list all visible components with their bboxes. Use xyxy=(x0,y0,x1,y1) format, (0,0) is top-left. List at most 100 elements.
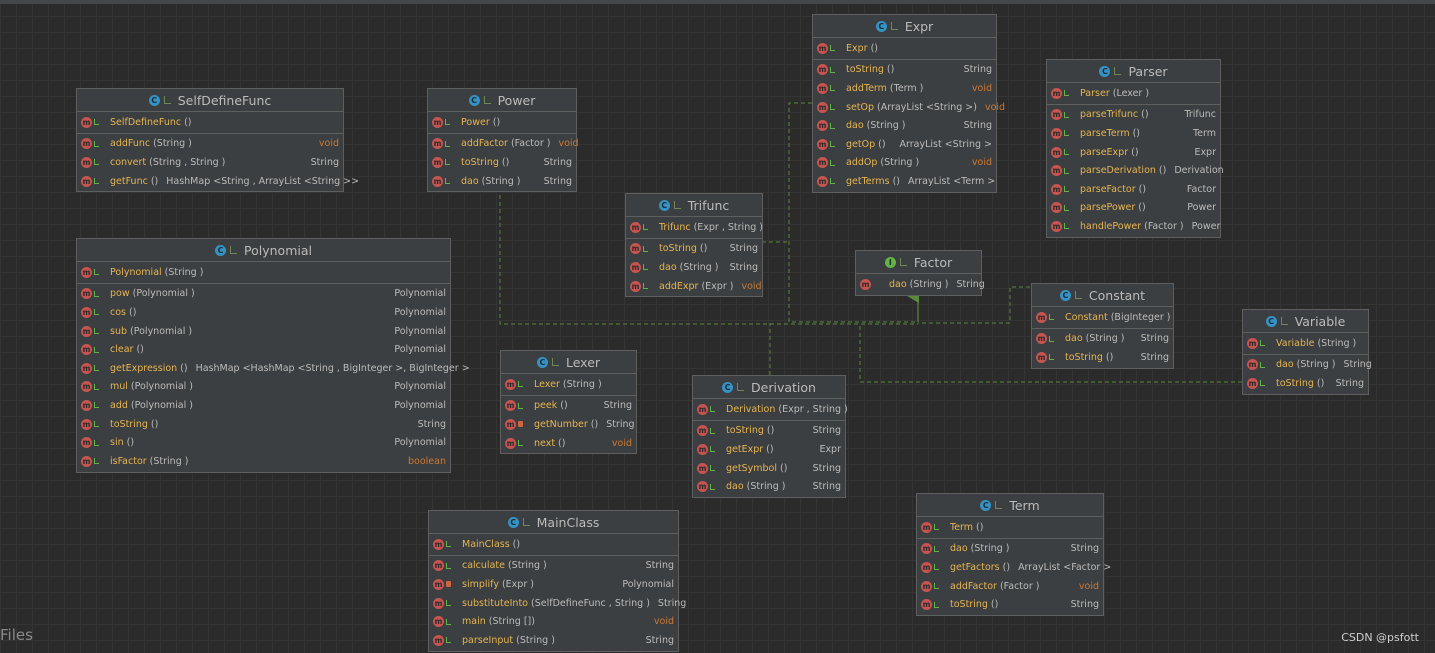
method-row[interactable]: m dao (String ) String xyxy=(813,116,996,135)
method-row[interactable]: m toString() String xyxy=(626,240,762,259)
method-row[interactable]: m pow (Polynomial ) Polynomial xyxy=(77,285,450,304)
class-node-polynomial[interactable]: C Polynomial m Polynomial (String ) m pow (Poly… xyxy=(76,238,470,473)
method-row[interactable]: m Parser (Lexer ) xyxy=(1047,84,1220,103)
method-row[interactable]: m getExpression() HashMap <HashMap <String… xyxy=(77,359,470,378)
method-row[interactable]: m calculate (String ) String xyxy=(429,557,678,576)
class-node-factor[interactable]: I Factor m dao (String ) String xyxy=(855,250,985,296)
method-row[interactable]: m substituteInto (SelfDefineFunc , String … xyxy=(429,594,686,613)
method-row[interactable]: m parseTerm() Term xyxy=(1047,124,1220,143)
method-row[interactable]: m clear() Polynomial xyxy=(77,340,450,359)
method-row[interactable]: m convert (String , String ) String xyxy=(77,153,343,172)
method-row[interactable]: m simplify (Expr ) Polynomial xyxy=(429,575,678,594)
method-row[interactable]: m Derivation (Expr , String ) xyxy=(693,400,848,419)
method-row[interactable]: m parseTrifunc() Trifunc xyxy=(1047,106,1220,125)
method-row[interactable]: m Variable (String ) xyxy=(1243,334,1368,353)
method-row[interactable]: m toString() String xyxy=(813,61,996,80)
method-row[interactable]: m sub (Polynomial ) Polynomial xyxy=(77,322,450,341)
class-header[interactable]: C Trifunc xyxy=(626,194,762,217)
class-header[interactable]: C Parser xyxy=(1047,60,1220,83)
method-row[interactable]: m toString() String xyxy=(917,595,1103,614)
class-node-expr[interactable]: C Expr m Expr() m toString() String m addTerm (Te… xyxy=(812,14,1005,193)
class-header[interactable]: I Factor xyxy=(856,251,981,274)
method-row[interactable]: m Polynomial (String ) xyxy=(77,263,450,282)
class-header[interactable]: C Variable xyxy=(1243,310,1368,333)
method-row[interactable]: m parseFactor() Factor xyxy=(1047,180,1220,199)
class-header[interactable]: C Power xyxy=(428,89,576,112)
method-row[interactable]: m getOp() ArrayList <String > xyxy=(813,135,996,154)
method-row[interactable]: m peek() String xyxy=(501,397,636,416)
class-node-trifunc[interactable]: C Trifunc m Trifunc (Expr , String ) m toStrin… xyxy=(625,193,763,298)
method-row[interactable]: m dao (String ) String xyxy=(917,540,1103,559)
class-node-derivation[interactable]: C Derivation m Derivation (Expr , String ) m t… xyxy=(692,375,848,498)
method-signature: (String ) xyxy=(1317,337,1357,349)
method-row[interactable]: m addTerm (Term ) void xyxy=(813,79,996,98)
method-row[interactable]: m dao (String ) String xyxy=(856,275,985,294)
method-row[interactable]: m dao (String ) String xyxy=(1032,330,1173,349)
class-node-lexer[interactable]: C Lexer m Lexer (String ) m peek() String m getNu… xyxy=(500,350,637,455)
class-header[interactable]: C Constant xyxy=(1032,284,1173,307)
method-row[interactable]: m getSymbol() String xyxy=(693,459,845,478)
method-row[interactable]: m toString() String xyxy=(1032,348,1173,367)
class-node-selfdefinefunc[interactable]: C SelfDefineFunc m SelfDefineFunc() m addFunc… xyxy=(76,88,359,193)
method-row[interactable]: m dao (String ) String xyxy=(626,258,762,277)
method-row[interactable]: m addFactor (Factor ) void xyxy=(428,135,579,154)
class-header[interactable]: C Term xyxy=(917,494,1103,517)
method-row[interactable]: m handlePower (Factor ) Power xyxy=(1047,217,1220,236)
method-row[interactable]: m Trifunc (Expr , String ) xyxy=(626,218,763,237)
method-row[interactable]: m getTerms() ArrayList <Term > xyxy=(813,172,996,191)
method-row[interactable]: m parseInput (String ) String xyxy=(429,631,678,650)
method-row[interactable]: m getFunc() HashMap <String , ArrayList <S… xyxy=(77,172,359,191)
method-row[interactable]: m Lexer (String ) xyxy=(501,375,636,394)
method-row[interactable]: m getExpr() Expr xyxy=(693,440,845,459)
method-name: clear xyxy=(110,344,134,356)
methods-section: m dao (String ) String m toString() String xyxy=(1032,329,1173,368)
method-row[interactable]: m main (String []) void xyxy=(429,612,678,631)
method-row[interactable]: m dao (String ) String xyxy=(693,477,845,496)
method-row[interactable]: m isFactor (String ) boolean xyxy=(77,452,450,471)
method-row[interactable]: m Expr() xyxy=(813,39,996,58)
method-row[interactable]: m Power() xyxy=(428,113,576,132)
method-row[interactable]: m add (Polynomial ) Polynomial xyxy=(77,396,450,415)
method-row[interactable]: m parseDerivation() Derivation xyxy=(1047,161,1224,180)
class-header[interactable]: C Lexer xyxy=(501,351,636,374)
method-row[interactable]: m toString() String xyxy=(1243,374,1368,393)
method-row[interactable]: m toString() String xyxy=(693,422,845,441)
method-row[interactable]: m toString() String xyxy=(428,153,576,172)
public-access-icon xyxy=(934,583,944,590)
method-row[interactable]: m MainClass() xyxy=(429,535,678,554)
class-node-variable[interactable]: C Variable m Variable (String ) m dao (String )… xyxy=(1242,309,1372,395)
class-node-term[interactable]: C Term m Term() m dao (String ) String m getFacto… xyxy=(916,493,1111,616)
class-header[interactable]: C MainClass xyxy=(429,511,678,534)
class-node-constant[interactable]: C Constant m Constant (BigInteger ) m dao (Stri… xyxy=(1031,283,1174,369)
method-row[interactable]: m addExpr (Expr ) void xyxy=(626,277,762,296)
method-signature: (Factor ) xyxy=(510,138,551,150)
method-row[interactable]: m next() void xyxy=(501,434,636,453)
public-access-icon xyxy=(830,45,840,52)
method-row[interactable]: m dao (String ) String xyxy=(428,172,576,191)
class-header[interactable]: C Polynomial xyxy=(77,239,450,262)
class-node-power[interactable]: C Power m Power() m addFactor (Factor ) void m to… xyxy=(427,88,579,193)
method-row[interactable]: m SelfDefineFunc() xyxy=(77,113,343,132)
method-row[interactable]: m Constant (BigInteger ) xyxy=(1032,308,1173,327)
method-row[interactable]: m Term() xyxy=(917,518,1103,537)
method-row[interactable]: m getNumber() String xyxy=(501,415,636,434)
method-row[interactable]: m setOp (ArrayList <String >) void xyxy=(813,98,1005,117)
method-row[interactable]: m mul (Polynomial ) Polynomial xyxy=(77,378,450,397)
method-row[interactable]: m dao (String ) String xyxy=(1243,356,1372,375)
class-node-parser[interactable]: C Parser m Parser (Lexer ) m parseTrifunc() Tri… xyxy=(1046,59,1224,238)
method-row[interactable]: m addFactor (Factor ) void xyxy=(917,577,1103,596)
class-header[interactable]: C Expr xyxy=(813,15,996,38)
class-node-mainclass[interactable]: C MainClass m MainClass() m calculate (String … xyxy=(428,510,686,652)
method-row[interactable]: m toString() String xyxy=(77,415,450,434)
method-row[interactable]: m getFactors() ArrayList <Factor > xyxy=(917,558,1111,577)
method-row[interactable]: m addOp (String ) void xyxy=(813,154,996,173)
method-row[interactable]: m addFunc (String ) void xyxy=(77,135,343,154)
class-header[interactable]: C SelfDefineFunc xyxy=(77,89,343,112)
visibility-icon xyxy=(1074,291,1082,299)
class-header[interactable]: C Derivation xyxy=(693,376,845,399)
method-row[interactable]: m parsePower() Power xyxy=(1047,199,1220,218)
method-row[interactable]: m parseExpr() Expr xyxy=(1047,143,1220,162)
method-row[interactable]: m sin() Polynomial xyxy=(77,433,450,452)
method-row[interactable]: m cos() Polynomial xyxy=(77,303,450,322)
method-icon: m xyxy=(1247,359,1258,371)
